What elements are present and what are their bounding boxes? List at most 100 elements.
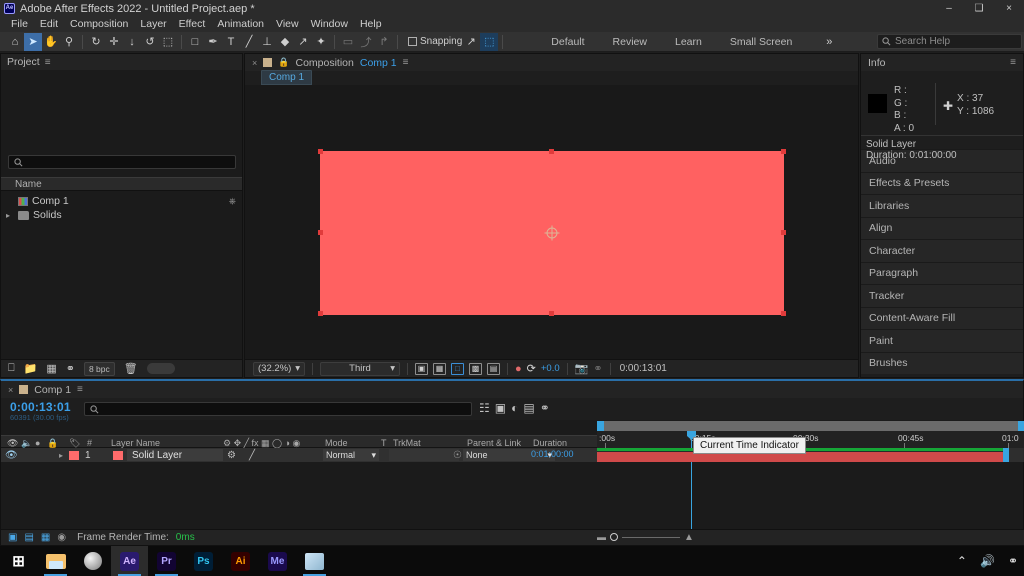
zoom-tool[interactable]: ⚲: [60, 33, 78, 51]
layer-twirl-icon[interactable]: ▸: [59, 448, 63, 462]
info-panel-menu-icon[interactable]: ≡: [1010, 57, 1016, 68]
project-item-comp1[interactable]: Comp 1 ⎈: [1, 194, 242, 208]
workspace-overflow-icon[interactable]: »: [820, 33, 838, 51]
taskbar-photoshop[interactable]: Ps: [185, 546, 222, 576]
comp-usage-icon[interactable]: ⎈: [229, 196, 236, 207]
pan-behind-tool[interactable]: ↓: [123, 33, 141, 51]
twirl-down-icon[interactable]: ▸: [6, 211, 14, 220]
pen-tool[interactable]: ✒: [204, 33, 222, 51]
graph-editor-icon[interactable]: ▤: [523, 401, 534, 415]
menu-composition[interactable]: Composition: [64, 17, 134, 32]
shape-tool[interactable]: □: [186, 33, 204, 51]
selection-handle-mr[interactable]: [781, 230, 786, 235]
show-hidden-icons[interactable]: ⌃: [957, 554, 967, 568]
workspace-default[interactable]: Default: [537, 32, 598, 52]
cache-icon[interactable]: ▤: [24, 532, 33, 543]
channel-icon[interactable]: ●: [515, 363, 522, 375]
dock-panel-content-aware-fill[interactable]: Content-Aware Fill: [861, 306, 1023, 329]
world-axis-icon[interactable]: ⤴: [357, 33, 375, 51]
minimize-button[interactable]: –: [934, 0, 964, 17]
close-icon[interactable]: ×: [8, 385, 13, 395]
current-time-display[interactable]: 0:00:13:01: [10, 400, 71, 414]
layer-collapse-icon[interactable]: ⚙: [227, 448, 236, 462]
dock-panel-brushes[interactable]: Brushes: [861, 351, 1023, 374]
taskbar-illustrator[interactable]: Ai: [222, 546, 259, 576]
grid-icon[interactable]: ⬚: [480, 32, 499, 51]
draft-3d-icon[interactable]: ▣: [495, 401, 506, 415]
selection-handle-ml[interactable]: [318, 230, 323, 235]
parent-pickwhip-icon[interactable]: ☉: [453, 448, 462, 462]
selection-handle-br[interactable]: [781, 311, 786, 316]
layer-name-field[interactable]: Solid Layer: [127, 449, 223, 461]
layer-trkmat-select[interactable]: [389, 449, 459, 461]
solid-layer-shape[interactable]: [320, 151, 784, 315]
close-button[interactable]: ×: [994, 0, 1024, 17]
label-color-swatch[interactable]: [69, 450, 79, 460]
clone-stamp-tool[interactable]: ⊥: [258, 33, 276, 51]
taskbar-photos-app[interactable]: [296, 546, 333, 576]
composition-viewer[interactable]: [245, 85, 858, 361]
lock-icon[interactable]: 🔒: [278, 57, 289, 68]
magnification-select[interactable]: (32.2%) ▾: [253, 361, 305, 376]
menu-effect[interactable]: Effect: [173, 17, 212, 32]
taskbar-premiere-pro[interactable]: Pr: [148, 546, 185, 576]
brush-tool[interactable]: ╱: [240, 33, 258, 51]
work-area-end-handle[interactable]: [1018, 421, 1024, 431]
puppet-pin-tool[interactable]: ✦: [312, 33, 330, 51]
snapping-toggle[interactable]: Snapping: [408, 36, 462, 47]
memory-icon[interactable]: ▦: [41, 532, 50, 543]
maximize-button[interactable]: ❑: [964, 0, 994, 17]
taskbar-edge-browser[interactable]: [74, 546, 111, 576]
timeline-layer-row[interactable]: 👁 ▸ 1 Solid Layer ⚙ ╱ Normal ▾ ☉ None ▾ 0:…: [1, 448, 597, 462]
camera-tool[interactable]: ⬚: [159, 33, 177, 51]
align-icon[interactable]: ↗: [462, 33, 480, 51]
dock-panel-tracker[interactable]: Tracker: [861, 284, 1023, 307]
zoom-in-icon[interactable]: ▲: [684, 532, 694, 543]
reset-exposure-icon[interactable]: ⟳: [527, 362, 536, 375]
menu-animation[interactable]: Animation: [211, 17, 270, 32]
preview-icon[interactable]: ◉: [57, 532, 66, 543]
zoom-slider-knob[interactable]: [610, 533, 618, 541]
rotation-tool[interactable]: ↻: [87, 33, 105, 51]
snapshot-icon[interactable]: 📷: [575, 362, 589, 375]
dock-panel-character[interactable]: Character: [861, 239, 1023, 262]
menu-view[interactable]: View: [270, 17, 305, 32]
dock-panel-libraries[interactable]: Libraries: [861, 194, 1023, 217]
menu-window[interactable]: Window: [305, 17, 354, 32]
volume-icon[interactable]: 🔊: [980, 554, 995, 568]
hide-shy-layers-icon[interactable]: ◐: [511, 401, 518, 415]
project-settings-icon[interactable]: ⚭: [66, 362, 75, 375]
render-queue-icon[interactable]: ▣: [8, 532, 17, 543]
menu-layer[interactable]: Layer: [134, 17, 172, 32]
project-panel-menu-icon[interactable]: ≡: [45, 57, 51, 68]
new-composition-icon[interactable]: ▦: [46, 362, 56, 375]
local-axis-icon[interactable]: ▭: [339, 33, 357, 51]
selection-handle-tc[interactable]: [549, 149, 554, 154]
toggle-guides-icon[interactable]: ▩: [469, 362, 482, 375]
roto-brush-tool[interactable]: ↗: [294, 33, 312, 51]
selection-handle-bc[interactable]: [549, 311, 554, 316]
snapping-checkbox[interactable]: [408, 37, 417, 46]
workspace-small-screen[interactable]: Small Screen: [716, 32, 806, 52]
region-of-interest-icon[interactable]: □: [451, 362, 464, 375]
zoom-slider-track[interactable]: [622, 536, 680, 538]
menu-file[interactable]: File: [5, 17, 34, 32]
delete-icon[interactable]: 🗑: [124, 362, 138, 375]
view-axis-icon[interactable]: ↱: [375, 33, 393, 51]
comp-timecode[interactable]: 0:00:13:01: [620, 363, 667, 374]
motion-blur-icon[interactable]: ⚭: [540, 401, 550, 415]
orbit-tool[interactable]: ↺: [141, 33, 159, 51]
type-tool[interactable]: T: [222, 33, 240, 51]
timeline-search-input[interactable]: [84, 402, 472, 416]
workspace-review[interactable]: Review: [599, 32, 661, 52]
selection-tool[interactable]: ➤: [24, 32, 42, 51]
hand-tool[interactable]: ✋: [42, 33, 60, 51]
search-help-field[interactable]: Search Help: [877, 34, 1022, 49]
selection-handle-bl[interactable]: [318, 311, 323, 316]
show-snapshot-icon[interactable]: ⚭: [593, 362, 602, 375]
dock-panel-effects-presets[interactable]: Effects & Presets: [861, 171, 1023, 194]
taskbar-file-explorer[interactable]: [37, 546, 74, 576]
dock-panel-align[interactable]: Align: [861, 216, 1023, 239]
interpret-footage-icon[interactable]: ⎕: [8, 362, 15, 375]
layer-duration-value[interactable]: 0:01:00:00: [531, 449, 574, 459]
